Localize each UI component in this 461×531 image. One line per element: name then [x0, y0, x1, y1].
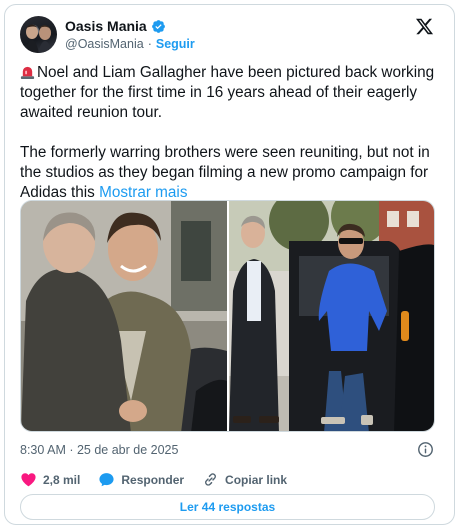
verified-badge-icon [151, 19, 165, 33]
separator-dot: · [147, 37, 152, 51]
tweet-card[interactable]: Oasis Mania @OasisMania · Seguir Noel an… [4, 4, 455, 525]
speech-bubble-icon [99, 473, 114, 487]
heart-icon [21, 473, 36, 487]
reply-button[interactable]: Responder [98, 471, 184, 488]
rotating-light-icon [20, 66, 35, 79]
link-icon [205, 473, 216, 486]
author-name-row[interactable]: Oasis Mania [65, 18, 166, 34]
photo-brothers-smiling[interactable] [21, 201, 227, 431]
show-more-link[interactable]: Mostrar mais [99, 184, 187, 201]
photo-illustration-left [21, 201, 227, 431]
reply-label: Responder [121, 472, 185, 487]
like-count: 2,8 mil [43, 472, 81, 487]
tweet-paragraph-1: Noel and Liam Gallagher have been pictur… [20, 63, 445, 123]
copy-link-label: Copiar link [225, 472, 288, 487]
tweet-paragraph-1-text: Noel and Liam Gallagher have been pictur… [20, 64, 435, 121]
avatar[interactable] [20, 16, 57, 53]
author-handle-row: @OasisMania · Seguir [65, 37, 195, 51]
copy-link-button[interactable]: Copiar link [202, 471, 287, 488]
tweet-paragraph-2: The formerly warring brothers were seen … [20, 143, 445, 203]
photo-illustration-right [229, 201, 434, 431]
x-logo-icon[interactable] [415, 17, 434, 36]
action-bar: 2,8 mil Responder Copiar link [20, 471, 305, 488]
like-button[interactable]: 2,8 mil [20, 471, 80, 488]
follow-button[interactable]: Seguir [156, 37, 195, 51]
media-gallery[interactable] [20, 200, 435, 432]
photo-brothers-street[interactable] [229, 201, 434, 431]
info-icon[interactable] [417, 441, 434, 458]
author-handle[interactable]: @OasisMania [65, 37, 144, 51]
read-replies-label: Ler 44 respostas [179, 500, 276, 514]
tweet-text: Noel and Liam Gallagher have been pictur… [20, 63, 445, 203]
tweet-timestamp[interactable]: 8:30 AM · 25 de abr de 2025 [20, 443, 178, 457]
author-name[interactable]: Oasis Mania [65, 18, 147, 34]
read-replies-button[interactable]: Ler 44 respostas [20, 494, 435, 520]
tweet-paragraph-2-text: The formerly warring brothers were seen … [20, 144, 430, 201]
